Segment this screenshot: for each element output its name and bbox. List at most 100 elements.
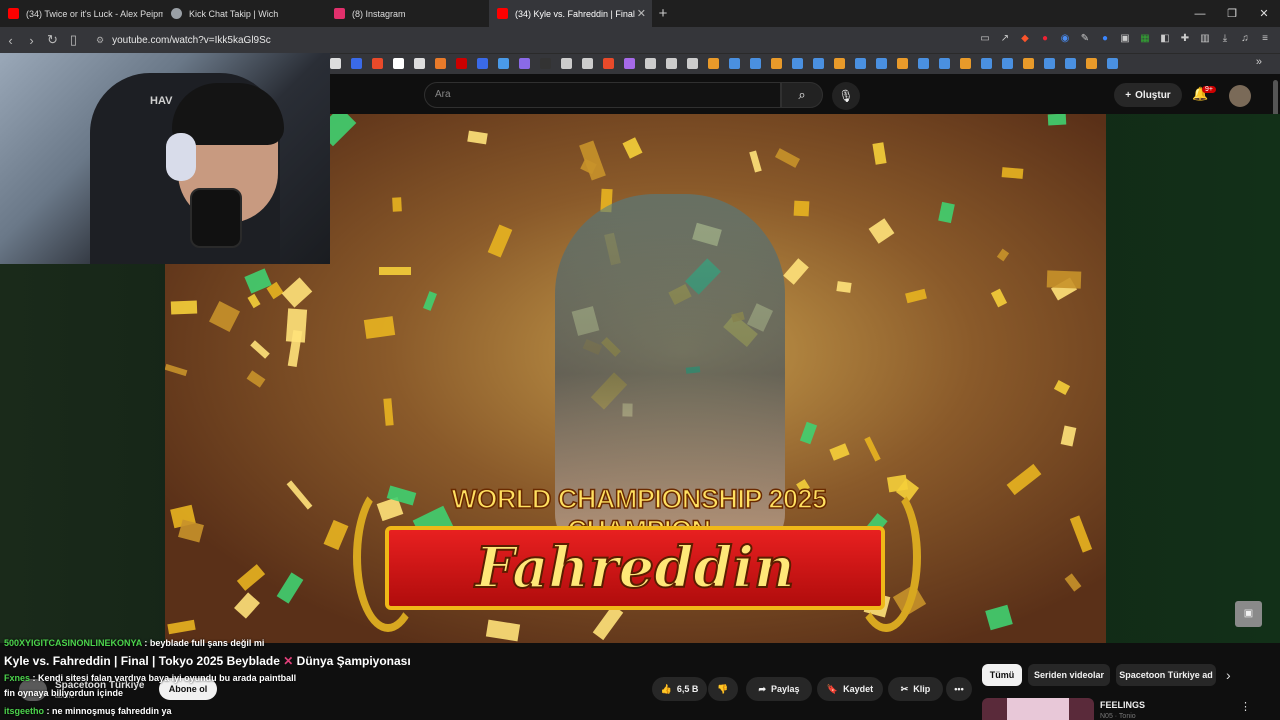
browser-tab[interactable]: Kick Chat Takip | Wich (163, 0, 326, 27)
bookmark-icon[interactable] (771, 58, 782, 69)
bookmark-icon[interactable] (393, 58, 404, 69)
sidebar-icon[interactable]: ▥ (1198, 32, 1212, 46)
bookmark-icon[interactable] (456, 58, 467, 69)
browser-tab-active[interactable]: (34) Kyle vs. Fahreddin | Final ✕ (489, 0, 652, 27)
forward-icon[interactable]: › (21, 33, 42, 48)
close-tab-icon[interactable]: ✕ (637, 7, 646, 20)
new-tab-button[interactable]: + (652, 5, 674, 22)
recommendation-title[interactable]: FEELINGS (1100, 700, 1145, 710)
bookmark-icon[interactable] (981, 58, 992, 69)
extension-icon[interactable]: ◧ (1158, 32, 1172, 46)
bookmark-icon[interactable] (897, 58, 908, 69)
reload-icon[interactable]: ↻ (42, 32, 63, 48)
cast-icon[interactable]: ▭ (978, 32, 992, 46)
chevron-more-icon[interactable]: » (1256, 56, 1262, 68)
chip-channel[interactable]: Spacetoon Türkiye ad (1116, 664, 1216, 686)
voice-search-button[interactable]: 🎙 (832, 82, 860, 110)
bookmark-icon[interactable] (855, 58, 866, 69)
search-button[interactable]: ⌕ (781, 82, 823, 108)
clip-button[interactable]: ✂ Klip (888, 677, 943, 701)
extension-icon[interactable]: ● (1038, 32, 1052, 46)
bookmark-icon[interactable] (603, 58, 614, 69)
bookmark-icon[interactable]: ▯ (63, 32, 84, 48)
like-button[interactable]: 👍 6,5 B (652, 677, 707, 701)
confetti-piece (383, 398, 394, 426)
site-info-icon[interactable]: ⚙ (96, 35, 104, 46)
bookmark-icon[interactable] (477, 58, 488, 69)
bookmark-icon[interactable] (1023, 58, 1034, 69)
bookmark-icon[interactable] (351, 58, 362, 69)
bookmark-icon[interactable] (708, 58, 719, 69)
shield-icon[interactable]: ◆ (1018, 32, 1032, 46)
puzzle-icon[interactable]: ✚ (1178, 32, 1192, 46)
extension-icon[interactable]: ✎ (1078, 32, 1092, 46)
bookmark-icon[interactable] (1065, 58, 1076, 69)
bookmark-icon[interactable] (750, 58, 761, 69)
bookmark-icon[interactable] (876, 58, 887, 69)
restore-icon[interactable]: ❐ (1216, 0, 1248, 27)
bookmark-icon[interactable] (1107, 58, 1118, 69)
chat-message: fin oynaya biliyordun içinde (4, 688, 123, 698)
close-window-icon[interactable]: ✕ (1248, 0, 1280, 27)
save-label: Kaydet (843, 684, 874, 694)
url-field[interactable]: ⚙ youtube.com/watch?v=Ikk5kaGl9Sc (96, 35, 271, 46)
confetti-piece (793, 200, 810, 217)
bookmark-icon[interactable] (414, 58, 425, 69)
more-vert-icon[interactable]: ⋮ (1240, 700, 1251, 713)
extension-icon[interactable]: ● (1098, 32, 1112, 46)
confetti-piece (167, 619, 196, 635)
tab-label: Kick Chat Takip | Wich (189, 8, 279, 19)
bookmark-icon[interactable] (645, 58, 656, 69)
bookmark-icon[interactable] (729, 58, 740, 69)
download-icon[interactable]: ⤓ (1218, 32, 1232, 46)
search-input[interactable]: Ara (424, 82, 781, 108)
bookmark-icon[interactable] (813, 58, 824, 69)
minimize-icon[interactable]: — (1184, 0, 1216, 27)
chip-series[interactable]: Seriden videolar (1028, 664, 1110, 686)
bookmark-icon[interactable] (519, 58, 530, 69)
bookmark-icon[interactable] (1002, 58, 1013, 69)
bookmark-icon[interactable] (435, 58, 446, 69)
dislike-button[interactable]: 👎 (708, 677, 738, 701)
music-icon[interactable]: ♫ (1238, 32, 1252, 46)
video-title: Kyle vs. Fahreddin | Final | Tokyo 2025 … (4, 654, 411, 668)
share-button[interactable]: ➦ Paylaş (746, 677, 812, 701)
bookmark-icon[interactable] (624, 58, 635, 69)
save-button[interactable]: 🔖 Kaydet (817, 677, 883, 701)
bookmark-icon[interactable] (834, 58, 845, 69)
bookmark-icon[interactable] (918, 58, 929, 69)
recommendation-thumbnail-image (1007, 698, 1069, 720)
tab-label: (34) Kyle vs. Fahreddin | Final (515, 8, 635, 19)
chat-message: itsgeetho : ne minnoşmuş fahreddin ya (4, 706, 172, 716)
confetti-piece (165, 363, 188, 377)
microphone-icon: 🎙 (838, 89, 854, 103)
bookmark-icon[interactable] (960, 58, 971, 69)
bookmark-icon[interactable] (372, 58, 383, 69)
browser-tab[interactable]: (8) Instagram (326, 0, 489, 27)
create-button[interactable]: + Oluştur (1114, 83, 1182, 107)
bookmark-icon[interactable] (939, 58, 950, 69)
bookmark-icon[interactable] (540, 58, 551, 69)
bookmark-icon[interactable] (666, 58, 677, 69)
avatar[interactable] (1229, 85, 1251, 107)
bookmark-icon[interactable] (330, 58, 341, 69)
chevron-right-icon[interactable]: › (1226, 667, 1231, 683)
share-icon[interactable]: ↗ (998, 32, 1012, 46)
bookmark-icon[interactable] (687, 58, 698, 69)
bookmark-icon[interactable] (582, 58, 593, 69)
bookmark-icon[interactable] (1044, 58, 1055, 69)
title-text-start: Kyle vs. Fahreddin | Final | Tokyo 2025 … (4, 654, 280, 668)
back-icon[interactable]: ‹ (0, 33, 21, 48)
menu-icon[interactable]: ≡ (1258, 32, 1272, 46)
mini-widget-button[interactable]: ▣ (1235, 601, 1262, 627)
bookmark-icon[interactable] (498, 58, 509, 69)
bookmark-icon[interactable] (792, 58, 803, 69)
audio-icon[interactable]: ◉ (1058, 32, 1072, 46)
chip-all[interactable]: Tümü (982, 664, 1022, 686)
browser-tab[interactable]: (34) Twice or it's Luck - Alex Peipman (0, 0, 163, 27)
extension-icon[interactable]: ▦ (1138, 32, 1152, 46)
bookmark-icon[interactable] (561, 58, 572, 69)
more-actions-button[interactable]: ••• (946, 677, 972, 701)
extension-icon[interactable]: ▣ (1118, 32, 1132, 46)
bookmark-icon[interactable] (1086, 58, 1097, 69)
